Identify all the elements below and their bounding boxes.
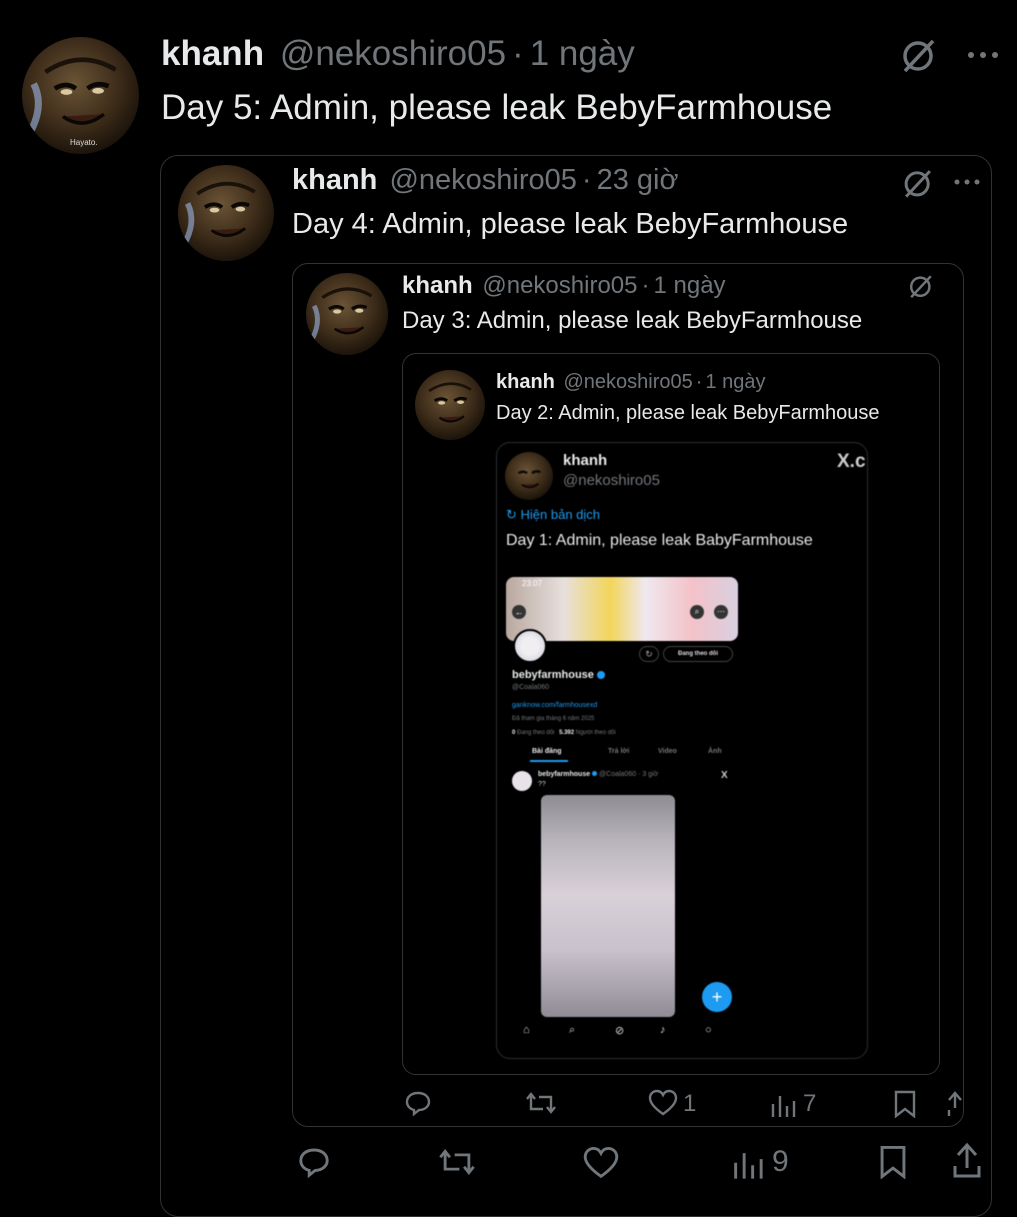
author-name[interactable]: khanh xyxy=(402,272,473,299)
grok-icon[interactable] xyxy=(901,166,935,200)
profile-link: ganknow.com/farmhousexd xyxy=(512,702,598,709)
author-name: khanh xyxy=(563,452,608,469)
author-name[interactable]: khanh xyxy=(496,371,555,393)
verified-badge-icon xyxy=(592,771,598,776)
translate-icon: ↻ xyxy=(506,507,521,522)
profile-username: @Coala060 xyxy=(512,684,550,691)
time-separator: · xyxy=(641,272,650,299)
tweet-text: Day 1: Admin, please leak BabyFarmhouse xyxy=(506,532,813,549)
post-close: X xyxy=(721,770,728,781)
tweet-day5[interactable]: Hayato. khanh @nekoshiro05 · 1 ngày Day 5:… xyxy=(0,0,1017,1217)
post-image xyxy=(541,795,675,1017)
more-options-icon[interactable] xyxy=(953,178,983,186)
show-translation-link: Hiện bản dịch xyxy=(520,507,601,522)
views-icon[interactable] xyxy=(732,1148,766,1180)
messages-icon: ○ xyxy=(705,1024,712,1036)
x-logo: X.c xyxy=(837,451,866,472)
bookmark-icon[interactable] xyxy=(893,1090,917,1118)
refresh-icon: ↻ xyxy=(639,646,659,662)
tweet-text: Day 2: Admin, please leak BebyFarmhouse xyxy=(496,402,880,424)
post-time[interactable]: 1 ngày xyxy=(705,371,765,393)
search-icon: ⌕ xyxy=(569,1024,576,1036)
following-button: Đang theo dõi xyxy=(663,646,733,662)
time-separator: · xyxy=(581,164,592,196)
more-icon: ⋯ xyxy=(714,605,728,619)
share-icon[interactable] xyxy=(947,1090,963,1118)
more-options-icon[interactable] xyxy=(966,50,1002,60)
search-icon: ⌕ xyxy=(690,605,704,619)
profile-display-name: bebyfarmhouse xyxy=(512,669,594,681)
profile-banner: 23:07 ← ⌕ ⋯ xyxy=(506,577,738,641)
retweet-icon[interactable] xyxy=(525,1089,557,1117)
tab-replies: Trả lời xyxy=(608,748,630,755)
time-separator: · xyxy=(695,371,703,393)
tab-posts: Bài đăng xyxy=(532,748,562,755)
following-label: Đang theo dõi xyxy=(517,730,555,736)
bottom-nav: ⌂ ⌕ ⊘ ♪ ○ xyxy=(517,1024,747,1046)
tab-photos: Ảnh xyxy=(708,748,722,755)
profile-tabs: Bài đăng Trả lời Video Ảnh xyxy=(512,745,852,763)
like-count: 1 xyxy=(683,1090,697,1117)
share-icon[interactable] xyxy=(950,1142,984,1180)
views-count: 7 xyxy=(803,1090,817,1117)
avatar-face-icon xyxy=(428,382,472,423)
post-time[interactable]: 1 ngày xyxy=(653,272,725,299)
reply-icon[interactable] xyxy=(296,1144,332,1180)
notifications-icon: ♪ xyxy=(660,1024,666,1036)
like-icon[interactable] xyxy=(648,1089,678,1117)
avatar xyxy=(505,452,553,500)
author-handle[interactable]: @nekoshiro05 xyxy=(563,371,692,393)
bookmark-icon[interactable] xyxy=(878,1145,908,1179)
quoted-tweet-day3[interactable]: khanh @nekoshiro05 · 1 ngày Day 3: Admin, … xyxy=(292,263,964,1127)
post-time[interactable]: 23 giờ xyxy=(597,164,679,196)
author-handle[interactable]: @nekoshiro05 xyxy=(389,164,576,196)
profile-avatar xyxy=(513,629,547,663)
views-icon[interactable] xyxy=(770,1092,798,1118)
avatar-face-icon xyxy=(307,287,373,344)
author-name[interactable]: khanh xyxy=(292,164,377,196)
avatar-face-icon xyxy=(180,181,256,249)
avatar-caption: Hayato. xyxy=(70,138,98,147)
quoted-tweet-day4[interactable]: khanh @nekoshiro05 · 23 giờ Day 4: Admin, … xyxy=(160,155,992,1217)
post-author: bebyfarmhouse xyxy=(538,771,591,778)
author-name[interactable]: khanh xyxy=(161,34,264,73)
grok-icon[interactable] xyxy=(907,272,935,300)
avatar[interactable] xyxy=(306,273,388,355)
quoted-screenshot-day1[interactable]: khanh @nekoshiro05 X.c ↻ Hiện bản dịch D… xyxy=(496,442,868,1059)
avatar-face-icon xyxy=(24,57,117,139)
author-handle[interactable]: @nekoshiro05 xyxy=(280,34,506,73)
reply-icon[interactable] xyxy=(403,1088,433,1118)
tab-video: Video xyxy=(658,748,677,755)
avatar[interactable] xyxy=(178,165,274,261)
author-handle[interactable]: @nekoshiro05 xyxy=(482,272,637,299)
views-count: 9 xyxy=(772,1145,789,1178)
home-icon: ⌂ xyxy=(523,1024,530,1036)
time-separator: · xyxy=(512,34,524,73)
quoted-tweet-day2[interactable]: khanh @nekoshiro05 · 1 ngày Day 2: Admin, … xyxy=(402,353,940,1075)
compose-fab-icon: + xyxy=(702,982,732,1012)
like-icon[interactable] xyxy=(582,1146,620,1180)
profile-joined: Đã tham gia tháng 6 năm 2025 xyxy=(512,716,595,722)
retweet-icon[interactable] xyxy=(438,1145,476,1179)
post-meta: @Coala060 · 3 giờ xyxy=(599,771,659,778)
back-icon: ← xyxy=(512,605,526,619)
tweet-text: Day 4: Admin, please leak BebyFarmhouse xyxy=(292,208,849,240)
following-count: 0 xyxy=(512,730,516,736)
grok-icon: ⊘ xyxy=(615,1025,625,1037)
status-time: 23:07 xyxy=(522,579,543,588)
post-time[interactable]: 1 ngày xyxy=(530,34,635,73)
author-handle: @nekoshiro05 xyxy=(563,472,660,489)
tweet-text: Day 5: Admin, please leak BebyFarmhouse xyxy=(161,88,833,127)
followers-count: 5.392 xyxy=(559,730,575,736)
avatar[interactable]: Hayato. xyxy=(22,37,139,154)
post-avatar xyxy=(512,771,532,791)
post-text: ?? xyxy=(538,781,546,788)
avatar[interactable] xyxy=(415,370,485,440)
followers-label: Người theo dõi xyxy=(575,730,616,736)
grok-icon[interactable] xyxy=(899,35,939,75)
tweet-text: Day 3: Admin, please leak BebyFarmhouse xyxy=(402,307,863,334)
verified-badge-icon xyxy=(596,671,605,680)
